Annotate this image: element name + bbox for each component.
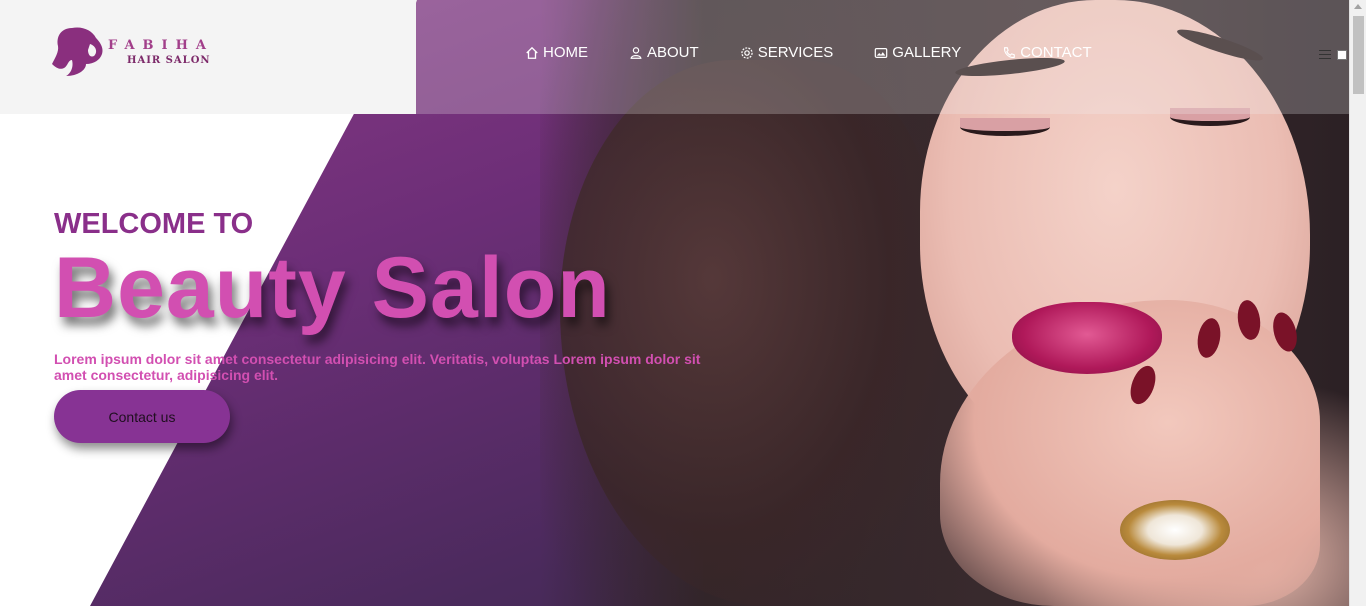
nav-item-home[interactable]: HOME bbox=[525, 44, 588, 61]
gear-icon bbox=[740, 46, 753, 59]
nav-label: GALLERY bbox=[892, 44, 962, 61]
nav-item-contact[interactable]: CONTACT bbox=[1002, 44, 1092, 61]
nav-item-gallery[interactable]: GALLERY bbox=[874, 44, 961, 61]
brand-logo[interactable]: FABIHA HAIR SALON bbox=[50, 24, 220, 80]
brand-tagline: HAIR SALON bbox=[127, 55, 211, 66]
nav-label: SERVICES bbox=[757, 44, 834, 61]
hero-title: Beauty Salon bbox=[54, 240, 611, 336]
nav-label: ABOUT bbox=[647, 44, 699, 61]
nav-label: CONTACT bbox=[1020, 44, 1092, 61]
scrollbar-thumb[interactable] bbox=[1353, 16, 1364, 94]
contact-us-button[interactable]: Contact us bbox=[54, 390, 230, 443]
phone-icon bbox=[1004, 46, 1016, 58]
site-header: FABIHA HAIR SALON HOME ABOUT SERVICES GA… bbox=[0, 0, 1349, 114]
hero-welcome: WELCOME TO bbox=[54, 208, 254, 240]
menu-checkbox[interactable] bbox=[1337, 50, 1347, 60]
hamburger-icon[interactable] bbox=[1319, 50, 1331, 60]
scroll-up-arrow-icon[interactable] bbox=[1354, 4, 1362, 9]
model-ring bbox=[1120, 500, 1230, 560]
page-scrollbar[interactable] bbox=[1349, 0, 1366, 606]
home-icon bbox=[526, 46, 538, 59]
model-lips bbox=[1012, 302, 1162, 374]
hero-lead: Lorem ipsum dolor sit amet consectetur a… bbox=[54, 351, 701, 383]
image-icon bbox=[874, 47, 888, 58]
nav-label: HOME bbox=[543, 44, 588, 61]
main-nav: HOME ABOUT SERVICES GALLERY CONTACT bbox=[525, 44, 1133, 61]
nav-item-services[interactable]: SERVICES bbox=[740, 44, 834, 61]
brand-name: FABIHA bbox=[108, 38, 214, 53]
nav-item-about[interactable]: ABOUT bbox=[629, 44, 699, 61]
model-left-eye bbox=[960, 118, 1050, 136]
woman-silhouette-icon bbox=[52, 27, 103, 76]
user-icon bbox=[630, 46, 642, 59]
